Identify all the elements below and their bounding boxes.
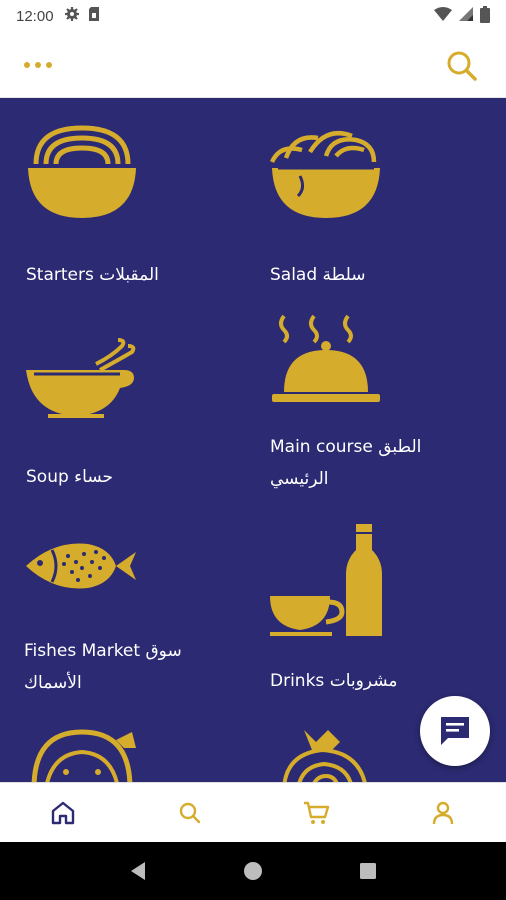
category-tile-starters[interactable]: Starters المقبلات bbox=[26, 122, 256, 302]
category-tile-drinks[interactable]: Drinks مشروبات bbox=[270, 524, 500, 704]
category-tile-soup[interactable]: Soup حساء bbox=[26, 334, 256, 494]
status-time: 12:00 bbox=[16, 7, 54, 25]
category-label: Salad سلطة bbox=[270, 265, 366, 285]
home-icon bbox=[52, 801, 75, 824]
chat-icon bbox=[441, 717, 469, 745]
nav-cart[interactable] bbox=[253, 783, 380, 842]
sim-card-icon bbox=[88, 6, 100, 26]
battery-icon bbox=[480, 5, 490, 27]
more-dot bbox=[35, 62, 41, 68]
app-header bbox=[0, 32, 506, 98]
soup-bowl-icon bbox=[26, 338, 136, 418]
category-tile-kids[interactable] bbox=[26, 728, 256, 782]
category-label: Main course الطبق bbox=[270, 437, 422, 457]
category-grid[interactable]: Starters المقبلات Salad سلطة Soup حساء M… bbox=[0, 98, 506, 782]
gear-icon bbox=[64, 6, 80, 26]
category-tile-salad[interactable]: Salad سلطة bbox=[270, 122, 500, 302]
search-icon bbox=[179, 802, 200, 823]
search-icon bbox=[447, 51, 477, 81]
nav-home[interactable] bbox=[0, 783, 127, 842]
pasta-icon bbox=[282, 730, 367, 782]
category-tile-fishes-market[interactable]: Fishes Market سوق الأسماك bbox=[24, 538, 254, 708]
category-label: Starters المقبلات bbox=[26, 265, 159, 285]
salad-bowl-icon bbox=[270, 131, 380, 218]
chat-button[interactable] bbox=[420, 696, 490, 766]
status-bar: 12:00 bbox=[0, 0, 506, 32]
back-icon bbox=[130, 862, 145, 880]
fish-icon bbox=[26, 543, 136, 589]
kids-face-icon bbox=[31, 729, 136, 782]
more-dots-icon bbox=[24, 62, 30, 68]
category-label: Fishes Market سوق bbox=[24, 641, 182, 661]
cloche-icon bbox=[272, 314, 380, 402]
system-recents-button[interactable] bbox=[348, 851, 388, 891]
category-label-line2: الرئيسي bbox=[270, 469, 329, 489]
category-tile-main-course[interactable]: Main course الطبق الرئيسي bbox=[270, 312, 500, 502]
more-options-button[interactable] bbox=[24, 50, 64, 80]
nav-search[interactable] bbox=[127, 783, 254, 842]
more-dot bbox=[46, 62, 52, 68]
profile-icon bbox=[432, 801, 453, 824]
nav-profile[interactable] bbox=[380, 783, 506, 842]
drinks-icon bbox=[270, 524, 382, 636]
system-home-button[interactable] bbox=[233, 851, 273, 891]
cart-icon bbox=[304, 801, 330, 824]
wifi-icon bbox=[434, 7, 452, 25]
header-search-button[interactable] bbox=[444, 48, 480, 84]
bottom-navigation bbox=[0, 782, 506, 842]
category-label: Drinks مشروبات bbox=[270, 671, 398, 691]
category-label: Soup حساء bbox=[26, 467, 114, 487]
system-navigation-bar bbox=[0, 842, 506, 900]
system-back-button[interactable] bbox=[118, 851, 158, 891]
recents-icon bbox=[360, 863, 377, 879]
noodle-bowl-icon bbox=[28, 125, 136, 218]
signal-icon bbox=[458, 6, 474, 26]
home-circle-icon bbox=[243, 862, 262, 880]
category-label-line2: الأسماك bbox=[24, 673, 82, 693]
